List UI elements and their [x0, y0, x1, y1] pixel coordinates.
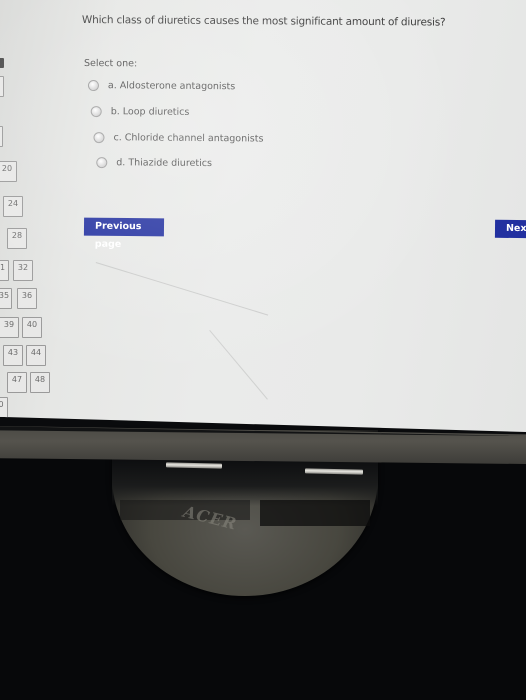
select-one-label: Select one:: [83, 58, 138, 70]
quiz-nav-tile[interactable]: 1: [0, 260, 9, 281]
option-label: d. Thiazide diuretics: [116, 157, 212, 170]
tile-label: 28: [11, 231, 23, 240]
monitor-screen: 2 6 20 24 28 1 32 35 36 39 40 43 44 47 4…: [0, 0, 526, 432]
previous-page-button[interactable]: Previous page: [83, 217, 165, 250]
quiz-nav-tile[interactable]: 6: [0, 126, 3, 147]
option-label: c. Chloride channel antagonists: [113, 132, 264, 145]
screen-reflection: [209, 330, 268, 400]
quiz-nav-tile[interactable]: 0: [0, 397, 8, 418]
tile-label: 32: [17, 263, 29, 272]
quiz-nav-tile[interactable]: 32: [13, 260, 33, 281]
radio-button[interactable]: [93, 132, 105, 144]
answer-option-d[interactable]: d. Thiazide diuretics: [96, 157, 212, 169]
quiz-nav-tile[interactable]: 43: [3, 345, 23, 366]
photo-stage: ACER 2 6 20 24 28 1 32 35 36 39 40 43 44…: [0, 0, 526, 700]
quiz-nav-tile-current[interactable]: [0, 58, 4, 68]
tile-label: 35: [0, 291, 10, 300]
quiz-nav-tile[interactable]: 39: [0, 317, 19, 338]
quiz-nav-tile[interactable]: 28: [7, 228, 27, 249]
tile-label: 40: [26, 320, 38, 329]
quiz-nav-tile[interactable]: 47: [7, 372, 27, 393]
quiz-nav-tile[interactable]: 44: [26, 345, 46, 366]
tile-label: 47: [11, 375, 23, 384]
tile-label: 20: [1, 164, 13, 173]
quiz-navigation: 2 6 20 24 28 1 32 35 36 39 40 43 44 47 4…: [0, 58, 66, 422]
tile-label: 43: [7, 348, 19, 357]
quiz-nav-tile[interactable]: 35: [0, 288, 12, 309]
quiz-nav-tile[interactable]: 36: [17, 288, 37, 309]
tile-label: 39: [3, 320, 15, 329]
stand-shadow: [260, 500, 370, 526]
stand-shadow: [112, 456, 378, 506]
tile-label: 36: [21, 291, 33, 300]
option-label: b. Loop diuretics: [110, 106, 190, 118]
radio-button[interactable]: [87, 80, 99, 92]
screen-reflection: [95, 262, 269, 316]
tile-label: 44: [30, 348, 42, 357]
quiz-nav-tile[interactable]: 40: [22, 317, 42, 338]
quiz-nav-tile[interactable]: 20: [0, 161, 17, 182]
answer-option-b[interactable]: b. Loop diuretics: [90, 106, 190, 118]
tile-label: 1: [0, 263, 6, 272]
question-text: Which class of diuretics causes the most…: [81, 14, 446, 29]
answer-option-c[interactable]: c. Chloride channel antagonists: [93, 132, 264, 145]
tile-label: 48: [34, 375, 46, 384]
next-page-button[interactable]: Nex: [494, 219, 526, 239]
tile-label: 0: [0, 400, 4, 409]
quiz-nav-tile[interactable]: 2: [0, 76, 4, 97]
radio-button[interactable]: [90, 106, 102, 118]
option-label: a. Aldosterone antagonists: [107, 80, 236, 93]
quiz-nav-tile[interactable]: 24: [3, 196, 23, 217]
quiz-nav-tile[interactable]: 48: [30, 372, 50, 393]
answer-option-a[interactable]: a. Aldosterone antagonists: [87, 80, 236, 93]
radio-button[interactable]: [96, 157, 108, 169]
tile-label: 24: [7, 199, 19, 208]
